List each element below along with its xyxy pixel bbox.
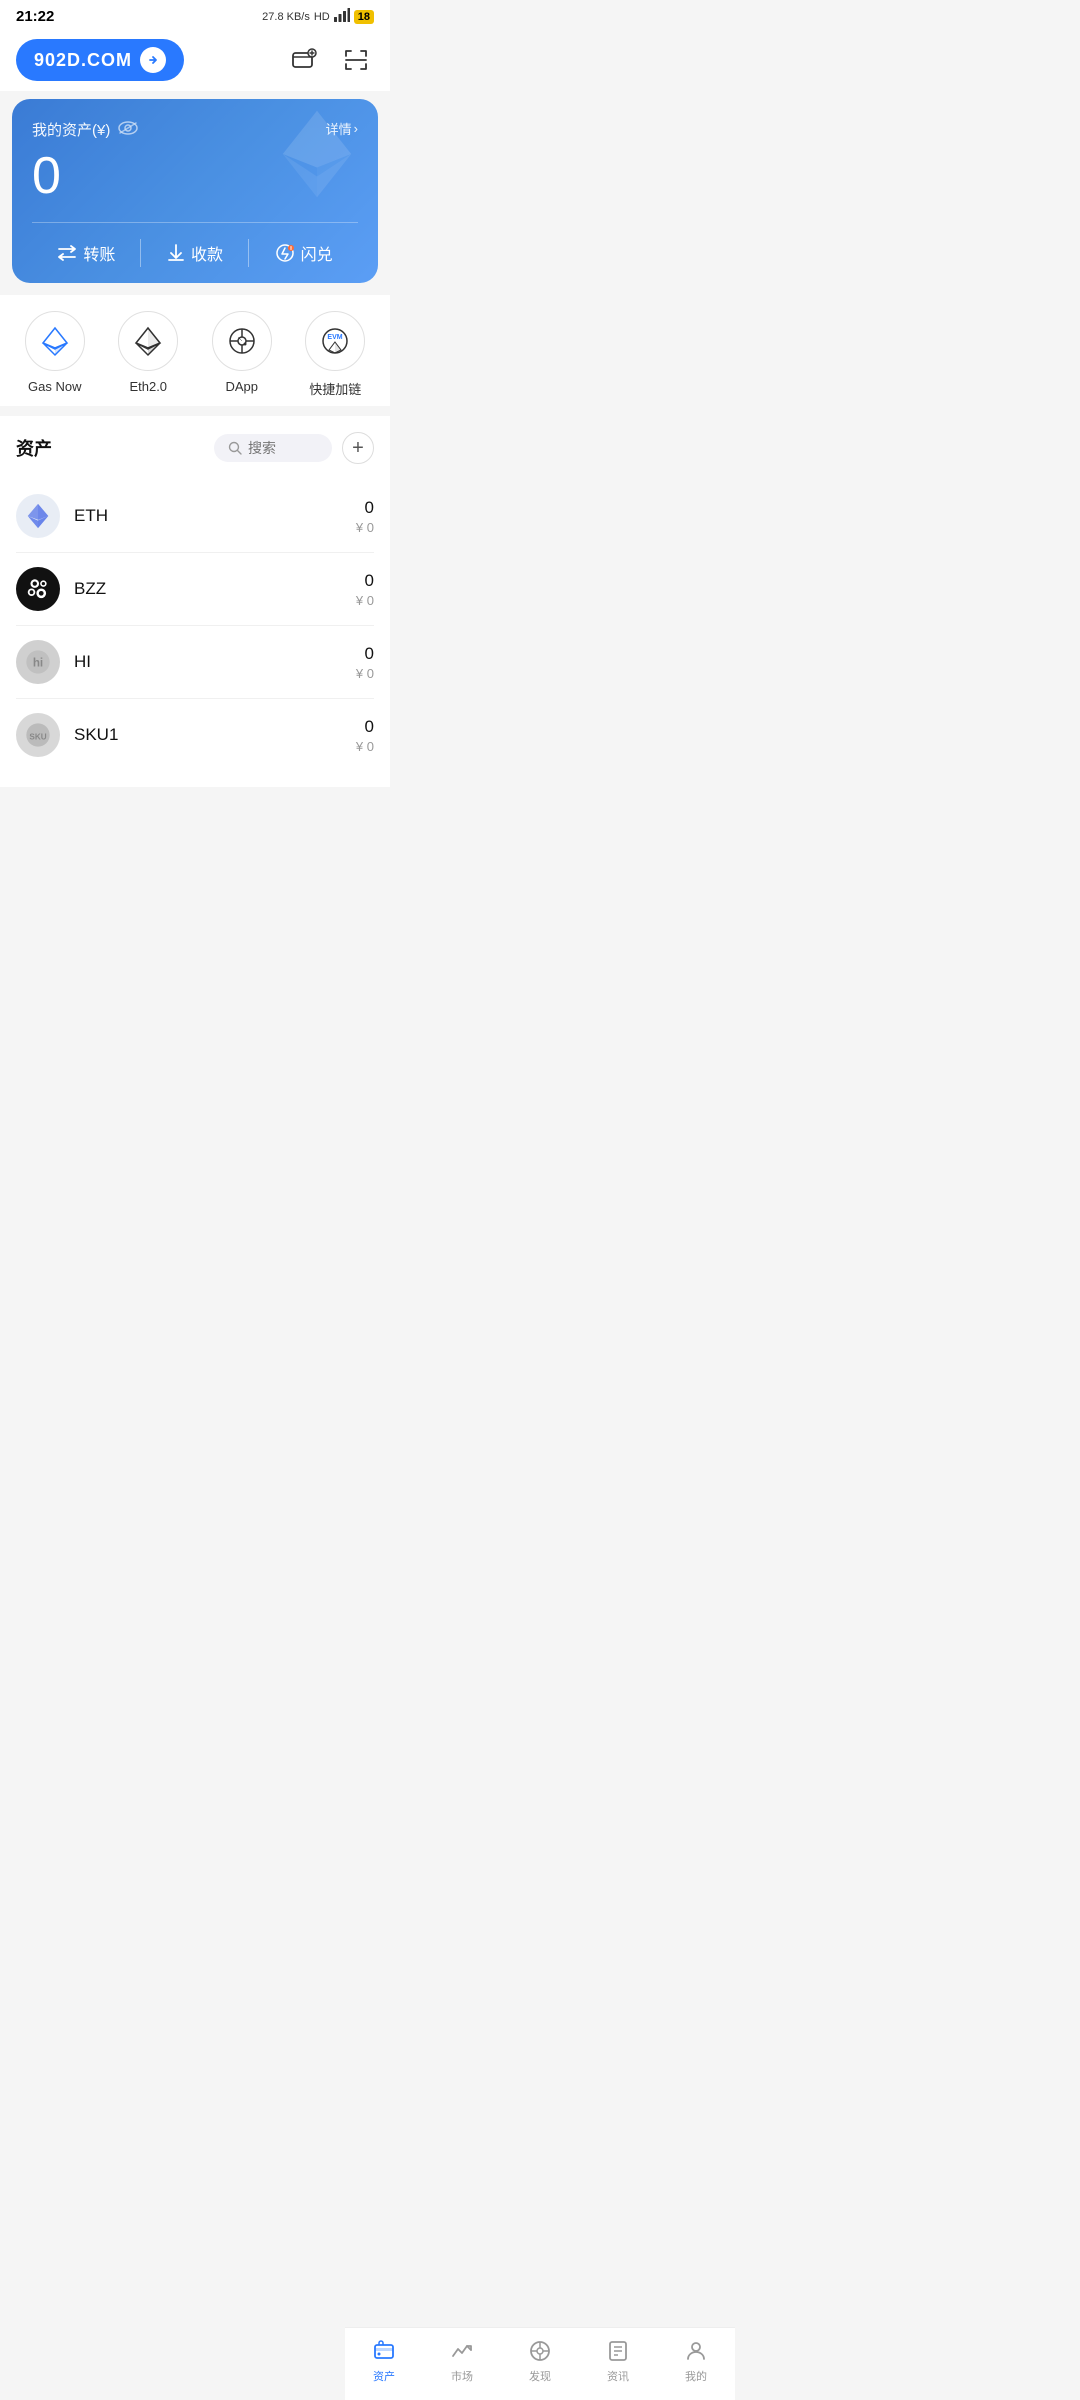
- sku1-balance: 0: [356, 717, 374, 737]
- news-nav-icon: [605, 2338, 631, 2364]
- dapp-label: DApp: [225, 379, 258, 394]
- eye-icon[interactable]: [118, 121, 138, 139]
- eth-watermark: [272, 109, 362, 204]
- flash-action[interactable]: 闪兑: [249, 229, 358, 277]
- asset-card: 我的资产(¥) 详情 › 0: [12, 99, 378, 283]
- status-icons: 27.8 KB/s HD 18: [262, 8, 374, 25]
- nav-item-discover[interactable]: 发现: [510, 2338, 570, 2384]
- assets-title: 资产: [16, 435, 52, 461]
- bottom-nav: 资产 市场 发现: [345, 2327, 735, 2400]
- asset-item-hi[interactable]: hi HI 0 ¥ 0: [16, 626, 374, 699]
- asset-label-text: 我的资产(¥): [32, 119, 110, 140]
- market-nav-icon: [449, 2338, 475, 2364]
- eth-name: ETH: [74, 506, 356, 526]
- eth-balance: 0: [356, 498, 374, 518]
- brand-logo[interactable]: 902D.COM: [16, 39, 184, 81]
- speed-indicator: 27.8 KB/s: [262, 11, 310, 23]
- signal-icon: [334, 8, 350, 25]
- quick-link-eth2[interactable]: Eth2.0: [118, 311, 178, 398]
- status-bar: 21:22 27.8 KB/s HD 18: [0, 0, 390, 29]
- asset-item-bzz[interactable]: BZZ 0 ¥ 0: [16, 553, 374, 626]
- hi-icon: hi: [16, 640, 60, 684]
- asset-actions: 转账 收款 闪兑: [32, 222, 358, 283]
- bzz-balance: 0: [356, 571, 374, 591]
- add-asset-button[interactable]: +: [342, 432, 374, 464]
- quick-link-dapp[interactable]: DApp: [212, 311, 272, 398]
- svg-text:SKU: SKU: [29, 733, 46, 742]
- chain-label: 快捷加链: [309, 379, 361, 398]
- svg-text:EVM: EVM: [328, 334, 343, 341]
- quick-link-chain[interactable]: EVM 快捷加链: [305, 311, 365, 398]
- bzz-cny: ¥ 0: [356, 593, 374, 608]
- market-nav-label: 市场: [451, 2368, 473, 2384]
- search-input[interactable]: [248, 440, 318, 456]
- quick-link-gas-now[interactable]: Gas Now: [25, 311, 85, 398]
- sku1-icon: SKU: [16, 713, 60, 757]
- discover-nav-label: 发现: [529, 2368, 551, 2384]
- scan-icon[interactable]: [338, 42, 374, 78]
- quick-links: Gas Now Eth2.0 DAp: [0, 295, 390, 406]
- eth-icon: [16, 494, 60, 538]
- mine-nav-label: 我的: [685, 2368, 707, 2384]
- eth2-label: Eth2.0: [129, 379, 167, 394]
- hi-name: HI: [74, 652, 356, 672]
- nav-item-news[interactable]: 资讯: [588, 2338, 648, 2384]
- nav-item-assets[interactable]: 资产: [354, 2338, 414, 2384]
- receive-action[interactable]: 收款: [141, 229, 250, 277]
- battery-badge: 18: [354, 10, 374, 24]
- assets-nav-icon: [371, 2338, 397, 2364]
- assets-section: 资产 + ETH 0 ¥ 0: [0, 416, 390, 787]
- sku1-cny: ¥ 0: [356, 739, 374, 754]
- nav-item-market[interactable]: 市场: [432, 2338, 492, 2384]
- assets-header: 资产 +: [16, 432, 374, 464]
- assets-nav-label: 资产: [373, 2368, 395, 2384]
- sku1-name: SKU1: [74, 725, 356, 745]
- asset-item-sku1[interactable]: SKU SKU1 0 ¥ 0: [16, 699, 374, 771]
- header-actions: [286, 42, 374, 78]
- nav-item-mine[interactable]: 我的: [666, 2338, 726, 2384]
- status-time: 21:22: [16, 8, 54, 25]
- add-wallet-icon[interactable]: [286, 42, 322, 78]
- discover-nav-icon: [527, 2338, 553, 2364]
- transfer-action[interactable]: 转账: [32, 229, 141, 277]
- brand-arrow: [140, 47, 166, 73]
- search-icon: [228, 441, 242, 455]
- hd-badge: HD: [314, 11, 330, 23]
- mine-nav-icon: [683, 2338, 709, 2364]
- eth-cny: ¥ 0: [356, 520, 374, 535]
- news-nav-label: 资讯: [607, 2368, 629, 2384]
- gas-now-label: Gas Now: [28, 379, 81, 394]
- hi-balance: 0: [356, 644, 374, 664]
- bzz-name: BZZ: [74, 579, 356, 599]
- asset-item-eth[interactable]: ETH 0 ¥ 0: [16, 480, 374, 553]
- bzz-icon: [16, 567, 60, 611]
- hi-cny: ¥ 0: [356, 666, 374, 681]
- app-header: 902D.COM: [0, 29, 390, 91]
- search-box[interactable]: [214, 434, 332, 462]
- svg-text:hi: hi: [33, 657, 43, 670]
